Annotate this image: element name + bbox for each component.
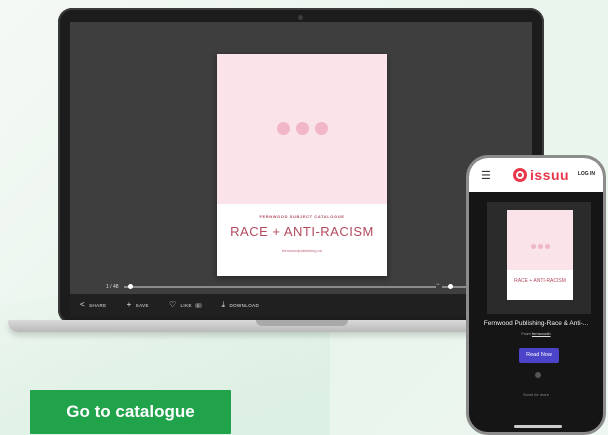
download-icon: ⤓ xyxy=(221,300,226,309)
download-button[interactable]: ⤓ DOWNLOAD xyxy=(222,301,260,309)
laptop-notch xyxy=(256,320,348,326)
issuu-logo-icon xyxy=(513,168,527,182)
save-label: SAVE xyxy=(135,302,149,308)
document-page[interactable]: FERNWOOD SUBJECT CATALOGUE RACE + ANTI-R… xyxy=(217,54,387,276)
save-button[interactable]: + SAVE xyxy=(127,301,149,309)
cover-dots xyxy=(217,122,387,140)
phone-document-page: RACE + ANTI-RACISM xyxy=(507,210,573,300)
phone-cover-dot xyxy=(537,244,543,249)
cover-dot xyxy=(295,122,309,135)
like-count-badge: 0 xyxy=(194,302,202,308)
share-button[interactable]: < SHARE xyxy=(80,301,107,309)
read-now-button[interactable]: Read Now xyxy=(519,348,559,363)
publisher-link[interactable]: fernwoodb xyxy=(532,331,551,336)
publisher-line: From fernwoodb xyxy=(469,331,603,336)
plus-icon: + xyxy=(126,300,132,309)
document-kicker: FERNWOOD SUBJECT CATALOGUE xyxy=(259,214,345,219)
issuu-logo-text: issuu xyxy=(530,167,570,183)
share-icon: < xyxy=(80,300,86,309)
phone-cover-dots xyxy=(507,236,573,254)
scroll-hint: Scroll for more xyxy=(522,392,549,397)
heart-icon: ♡ xyxy=(168,300,177,309)
phone-header: ☰ issuu LOG IN xyxy=(469,158,603,192)
reader-toolbar: < SHARE + SAVE ♡ LIKE 0 ⤓ DOWNLOAD xyxy=(70,294,532,316)
laptop-camera xyxy=(298,15,303,20)
scroll-indicator-icon xyxy=(535,372,541,378)
page-progress-slider[interactable] xyxy=(124,286,436,288)
publication-title: Fernwood Publishing-Race & Anti-... xyxy=(483,320,589,327)
phone-document-title: RACE + ANTI-RACISM xyxy=(514,278,566,284)
phone-document-preview[interactable]: RACE + ANTI-RACISM xyxy=(487,202,591,314)
phone-cover-dot xyxy=(530,244,536,249)
menu-icon[interactable]: ☰ xyxy=(481,169,491,182)
phone-cover-art xyxy=(507,210,573,270)
cover-dot xyxy=(276,122,290,135)
document-title: RACE + ANTI-RACISM xyxy=(230,224,374,239)
phone-device: ☰ issuu LOG IN RACE + ANTI-RACISM Fernwo… xyxy=(466,155,606,435)
like-label: LIKE xyxy=(180,302,192,308)
login-button[interactable]: LOG IN xyxy=(578,171,595,177)
page-counter: 1 / 48 xyxy=(106,284,119,290)
from-label: From xyxy=(521,331,531,336)
like-button[interactable]: ♡ LIKE 0 xyxy=(169,301,202,309)
reader-viewport: FERNWOOD SUBJECT CATALOGUE RACE + ANTI-R… xyxy=(70,22,532,316)
phone-content: RACE + ANTI-RACISM Fernwood Publishing-R… xyxy=(469,192,603,432)
share-label: SHARE xyxy=(89,302,107,308)
phone-cover-dot xyxy=(544,244,550,249)
cover-dot xyxy=(314,122,328,135)
download-label: DOWNLOAD xyxy=(229,302,260,308)
zoom-out-icon[interactable]: − xyxy=(436,282,440,288)
issuu-logo[interactable]: issuu xyxy=(513,167,569,183)
home-indicator xyxy=(514,425,562,428)
document-url: fernwoodpublishing.ca xyxy=(282,248,322,253)
go-to-catalogue-button[interactable]: Go to catalogue xyxy=(30,390,231,434)
page-progress-handle[interactable] xyxy=(128,284,134,289)
zoom-handle[interactable] xyxy=(448,284,453,289)
document-cover-art xyxy=(217,54,387,204)
